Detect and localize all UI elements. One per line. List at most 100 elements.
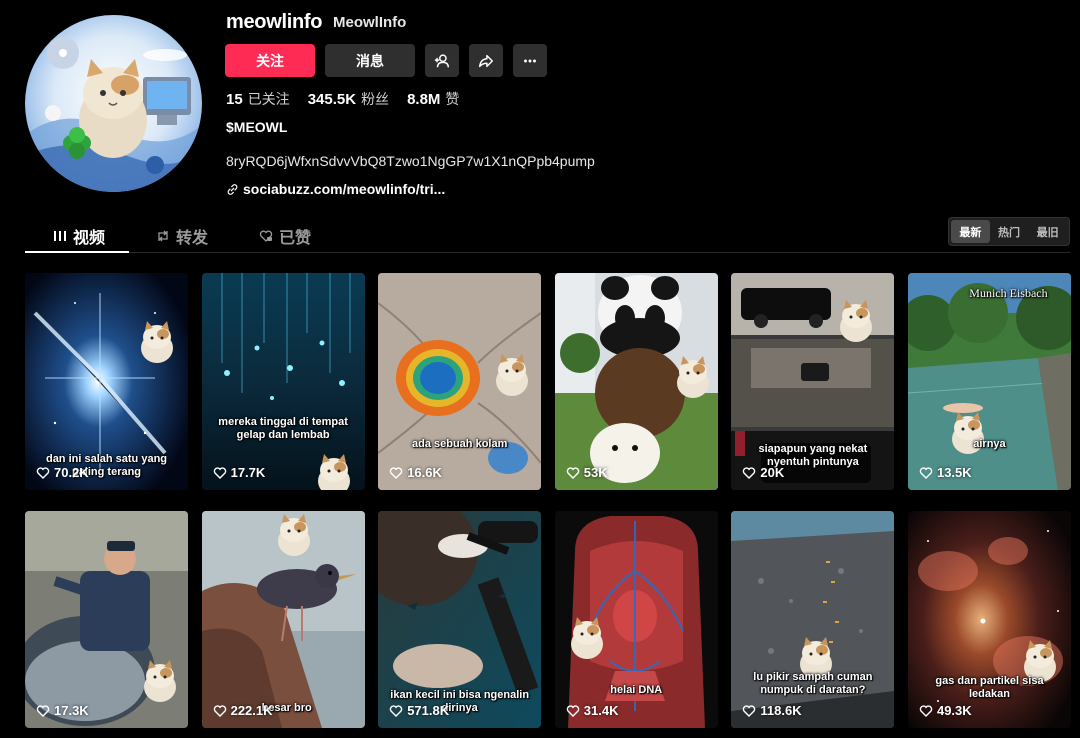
view-count: 118.6K [760,703,802,718]
cat-sticker [277,514,310,556]
video-card[interactable]: mereka tinggal di tempat gelap dan lemba… [201,273,365,490]
view-count: 20K [760,465,785,480]
cat-sticker [676,356,709,398]
more-dots-icon [524,59,536,62]
cat-sticker [570,617,603,659]
sort-oldest[interactable]: 最旧 [1028,220,1067,243]
heart-icon [213,466,226,479]
view-count: 49.3K [936,703,972,718]
cat-sticker [840,300,873,342]
sort-toggle: 最新 热门 最旧 [948,217,1070,246]
stat-label: 粉丝 [361,91,390,107]
video-card[interactable]: ikan kecil ini bisa ngenalin dirinya 571… [378,511,542,728]
video-views: 17.7K [213,465,265,480]
video-views: 118.6K [742,703,802,718]
view-count: 53K [583,465,608,480]
video-caption: mereka tinggal di tempat gelap dan lemba… [218,416,348,441]
video-views: 20K [742,465,784,480]
video-card[interactable]: gas dan partikel sisa ledakan 49.3K [907,511,1071,728]
video-card[interactable]: ada sebuah kolam 16.6K [378,273,542,490]
tab-label: 视频 [73,229,106,247]
video-views: 571.8K [389,703,449,718]
bio-line-2: 8ryRQD6jWfxnSdvvVbQ8Tzwo1NgGP7w1X1nQPpb4… [226,153,595,169]
profile-stats: 15 已关注 345.5K 粉丝 8.8M 赞 [226,89,459,109]
following-count[interactable]: 15 已关注 [226,89,290,109]
content-tabs: 视频 转发 已赞 [25,218,1070,253]
active-tab-indicator [25,251,129,253]
view-count: 70.2K [54,465,89,480]
profile-avatar[interactable] [25,15,202,192]
link-icon [227,183,238,195]
video-card[interactable]: 17.3K [25,511,188,728]
heart-icon [389,704,403,717]
bio-line-1: $MEOWL [226,119,288,135]
tab-label: 转发 [176,229,209,247]
video-views: 222.1K [213,703,273,718]
video-views: 13.5K [919,465,972,480]
video-card[interactable]: helai DNA 31.4K [554,511,718,728]
video-views: 17.3K [36,703,89,718]
follow-button[interactable]: 关注 [225,44,315,77]
view-count: 571.8K [407,703,450,718]
avatar-image [25,37,202,192]
share-arrow-icon [478,54,494,67]
likes-count: 8.8M 赞 [407,89,459,109]
share-button[interactable] [469,44,503,77]
heart-icon [213,704,226,717]
video-views: 16.6K [389,465,442,480]
grid-icon [54,230,66,241]
video-caption: ada sebuah kolam [412,438,508,450]
view-count: 17.3K [54,703,89,718]
video-card[interactable]: besar bro 222.1K [201,511,365,728]
heart-icon [36,704,50,717]
video-card[interactable]: lu pikir sampah cuman numpuk di daratan?… [731,511,895,728]
profile-link-text: sociabuzz.com/meowlinfo/tri... [243,181,446,197]
video-overlay-text: Munich Eisbach [969,286,1048,300]
cat-sticker [141,321,173,363]
profile-username: meowlinfo [226,11,323,33]
tab-liked[interactable]: 已赞 [259,218,311,253]
tab-reposts[interactable]: 转发 [156,218,208,253]
video-views: 70.2K [36,465,89,480]
stat-label: 已关注 [247,91,290,107]
heart-icon [389,466,403,479]
cat-sticker [317,454,350,490]
video-views: 49.3K [919,703,972,718]
video-caption: gas dan partikel sisa ledakan [935,675,1044,700]
video-card[interactable]: siapapun yang nekat nyentuh pintunya 20K [731,273,895,490]
tab-label: 已赞 [279,229,312,247]
video-caption: lu pikir sampah cuman numpuk di daratan? [753,671,873,696]
heart-icon [566,704,580,717]
view-count: 16.6K [407,465,442,480]
repost-icon [158,230,168,241]
view-count: 31.4K [583,703,619,718]
stat-value: 15 [226,91,243,108]
video-card[interactable]: Munich Eisbach airnya 13.5K [907,273,1071,490]
heart-icon [566,466,580,479]
video-views: 31.4K [566,703,619,718]
more-options-button[interactable] [513,44,547,77]
add-user-icon [434,53,450,67]
video-views: 53K [566,465,608,480]
message-button[interactable]: 消息 [325,44,415,77]
add-friend-button[interactable] [425,44,459,77]
followers-count[interactable]: 345.5K 粉丝 [308,89,389,109]
heart-icon [743,466,756,479]
sort-popular[interactable]: 热门 [990,220,1029,243]
heart-icon [919,704,933,717]
heart-icon [919,466,933,479]
video-grid: dan ini salah satu yang paling terang 70… [25,273,1071,728]
video-card[interactable]: dan ini salah satu yang paling terang 70… [25,273,188,490]
stat-label: 赞 [445,91,460,107]
tab-videos[interactable]: 视频 [53,218,105,253]
video-caption: airnya [973,438,1006,450]
cat-sticker [144,660,176,702]
sort-latest[interactable]: 最新 [951,220,990,243]
heart-icon [36,466,50,479]
heart-icon [743,704,756,717]
video-card[interactable]: 53K [554,273,718,490]
profile-link[interactable]: sociabuzz.com/meowlinfo/tri... [226,181,445,197]
liked-heart-icon [259,230,273,242]
video-caption: besar bro [261,702,312,714]
profile-nickname: MeowlInfo [333,14,407,31]
